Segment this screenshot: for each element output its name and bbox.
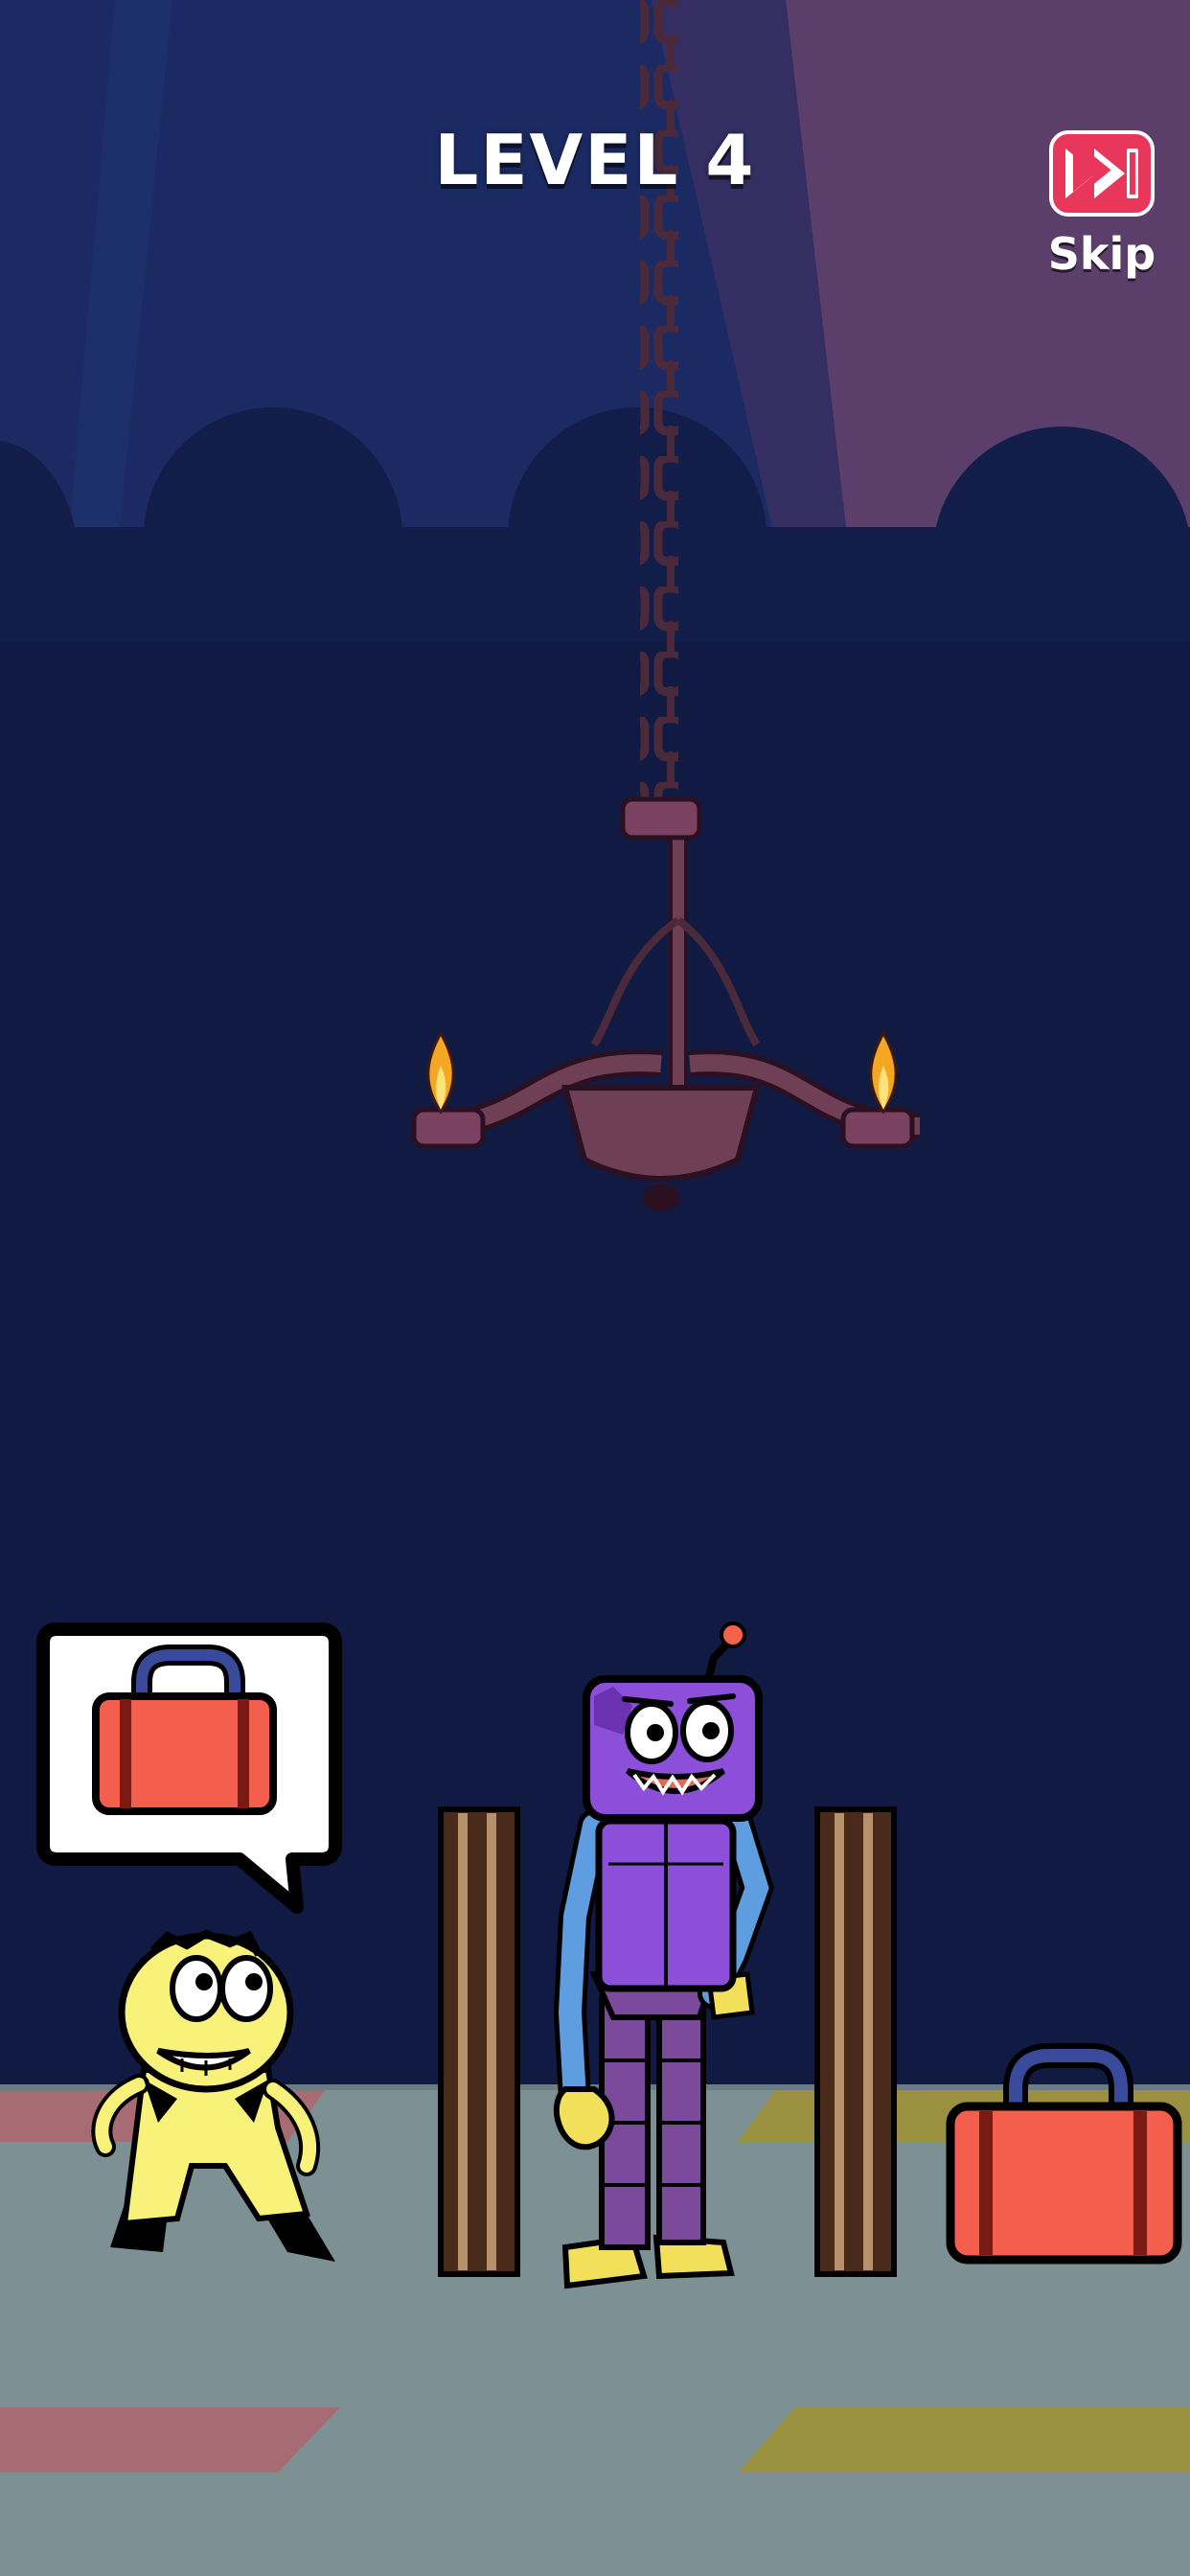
fast-forward-icon xyxy=(1049,130,1155,217)
game-stage: LEVEL 4 Skip xyxy=(0,0,1190,2576)
wooden-post-left xyxy=(438,1806,520,2277)
chandelier-hitbox[interactable] xyxy=(402,786,939,1208)
robot-guard-hitbox[interactable] xyxy=(575,1620,767,2290)
red-suitcase-hitbox[interactable] xyxy=(939,2041,1190,2271)
speech-bubble xyxy=(36,1622,342,1914)
skip-button[interactable]: Skip xyxy=(1035,125,1169,288)
wooden-post-right xyxy=(814,1806,897,2277)
level-title: LEVEL 4 xyxy=(434,120,756,200)
skip-label: Skip xyxy=(1047,228,1156,280)
